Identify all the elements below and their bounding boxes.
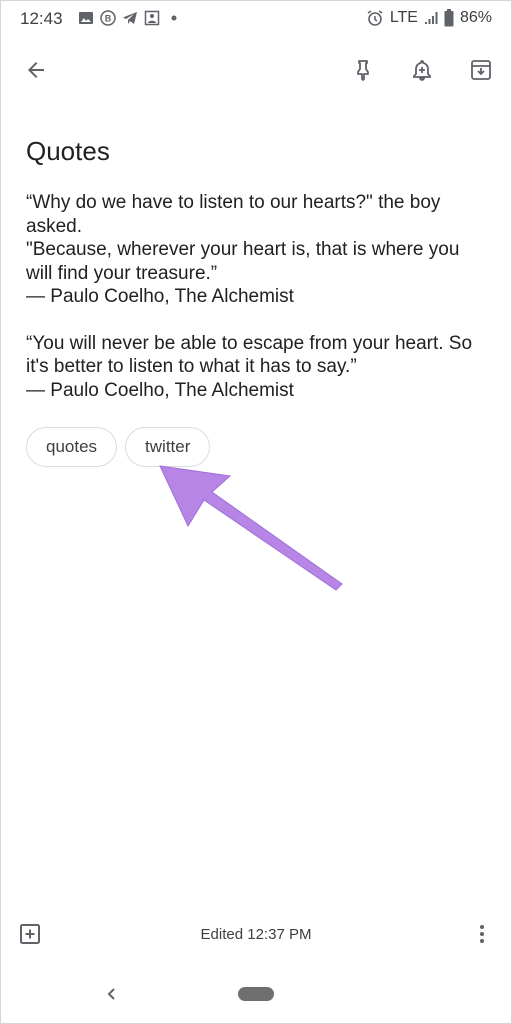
nav-back-button[interactable] <box>92 974 132 1014</box>
photo-icon <box>144 10 160 26</box>
network-label: LTE <box>389 9 418 26</box>
dot-icon <box>171 15 177 21</box>
reminder-bell-icon <box>413 60 431 81</box>
back-arrow-icon <box>28 62 44 78</box>
signal-icon <box>424 12 438 24</box>
note-paragraph: “You will never be able to escape from y… <box>26 332 473 401</box>
alarm-icon <box>367 10 383 26</box>
archive-button[interactable] <box>461 50 501 90</box>
pin-button[interactable] <box>343 50 383 90</box>
image-icon <box>79 12 93 24</box>
telegram-icon <box>123 12 137 24</box>
note-toolbar <box>0 46 512 96</box>
status-time: 12:43 <box>20 9 63 28</box>
more-vert-icon <box>480 925 484 943</box>
note-paragraph: “Why do we have to listen to our hearts?… <box>26 192 460 307</box>
note-title[interactable]: Quotes <box>26 136 110 167</box>
chevron-left-icon <box>107 988 115 1000</box>
reminder-button[interactable] <box>402 50 442 90</box>
home-pill[interactable] <box>238 987 274 1001</box>
battery-icon <box>444 9 454 27</box>
archive-icon <box>471 60 491 80</box>
pin-icon <box>357 60 369 81</box>
notification-icons: B <box>78 10 182 26</box>
note-body[interactable]: “Why do we have to listen to our hearts?… <box>26 191 486 402</box>
more-options-button[interactable] <box>462 914 502 954</box>
label-chip-quotes[interactable]: quotes <box>26 427 118 467</box>
status-bar: 12:43 B LTE 86% <box>0 0 512 38</box>
battery-percent: 86% <box>459 9 492 26</box>
svg-text:B: B <box>105 14 112 24</box>
annotation-arrow <box>159 465 343 591</box>
back-button[interactable] <box>16 50 56 90</box>
bottom-bar: Edited 12:37 PM <box>0 912 512 958</box>
edited-timestamp: Edited 12:37 PM <box>200 926 312 943</box>
system-nav-bar <box>0 968 512 1024</box>
b-circle-icon: B <box>100 10 116 26</box>
status-right: LTE 86% <box>366 9 492 27</box>
